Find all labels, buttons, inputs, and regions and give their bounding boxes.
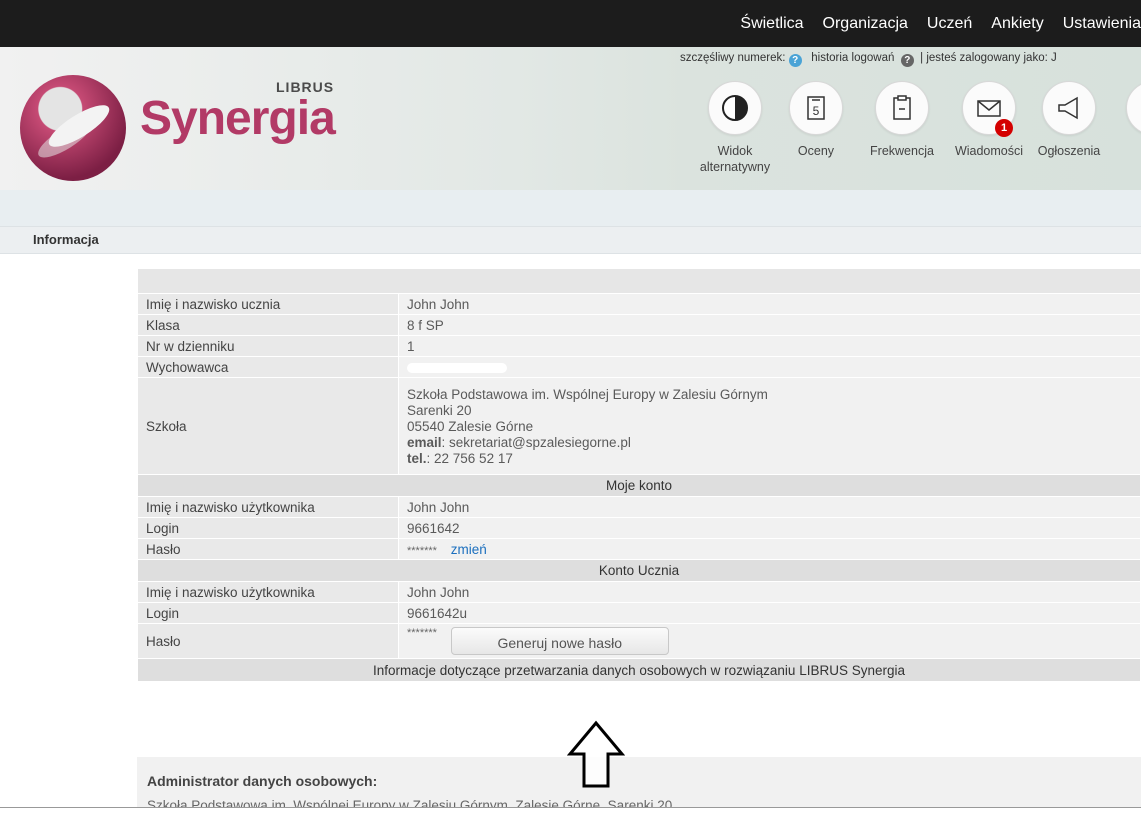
row-label: Imię i nazwisko użytkownika [137, 581, 399, 603]
quick-alternative-view[interactable]: Widok alternatywny [698, 81, 772, 175]
login-history-link[interactable]: historia logowań [811, 52, 894, 64]
row-label: Klasa [137, 314, 399, 336]
quick-label: Wiadomości [954, 144, 1024, 158]
quick-label: Widok alternatywny [699, 144, 771, 174]
my-account-password: ******* zmień [398, 538, 1141, 560]
top-navigation-bar: Świetlica Organizacja Uczeń Ankiety Usta… [0, 0, 1141, 47]
attendance-icon [875, 81, 929, 135]
table-row: Login 9661642 [137, 517, 1141, 539]
change-password-link[interactable]: zmień [451, 542, 487, 557]
table-row: Hasło ******* zmień [137, 538, 1141, 560]
row-label: Szkoła [137, 377, 399, 475]
table-row: Imię i nazwisko użytkownika John John [137, 581, 1141, 603]
lucky-number-icon[interactable]: ? [788, 54, 802, 67]
header-banner: LIBRUS Synergia szczęśliwy numerek: ? hi… [0, 47, 1141, 190]
menu-ustawienia[interactable]: Ustawienia [1063, 15, 1141, 33]
table-row: Imię i nazwisko użytkownika John John [137, 496, 1141, 518]
email-value: : sekretariat@spzalesiegorne.pl [441, 434, 631, 450]
up-arrow-icon [567, 720, 625, 788]
table-row: Szkoła Szkoła Podstawowa im. Wspólnej Eu… [137, 377, 1141, 475]
envelope-icon: 1 [962, 81, 1016, 137]
header-strip [0, 190, 1141, 226]
student-account-login: 9661642u [398, 602, 1141, 624]
grade-5-icon: 5 [789, 81, 843, 135]
row-label: Imię i nazwisko ucznia [137, 293, 399, 315]
gdpr-section: Administrator danych osobowych: Szkoła P… [137, 757, 1141, 807]
quick-attendance[interactable]: Frekwencja [865, 81, 939, 159]
section-header: Informacja [0, 226, 1141, 254]
row-label: Login [137, 517, 399, 539]
menu-organizacja[interactable]: Organizacja [823, 15, 908, 33]
admin-title: Administrator danych osobowych: [147, 773, 378, 789]
user-info-line: szczęśliwy numerek: ? historia logowań ?… [680, 52, 1057, 67]
partial-icon [1126, 81, 1141, 135]
gdpr-header: Informacje dotyczące przetwarzania danyc… [137, 658, 1141, 682]
section-title: Informacja [33, 232, 99, 247]
half-circle-icon [708, 81, 762, 135]
quick-announcements[interactable]: Ogłoszenia [1032, 81, 1106, 159]
logged-as-label: | jesteś zalogowany jako: J [920, 52, 1057, 64]
row-label: Login [137, 602, 399, 624]
main-menu: Świetlica Organizacja Uczeń Ankiety Usta… [721, 0, 1141, 47]
table-row: Wychowawca [137, 356, 1141, 378]
school-street: Sarenki 20 [407, 402, 472, 418]
table-row: Login 9661642u [137, 602, 1141, 624]
svg-text:5: 5 [813, 104, 820, 118]
teacher-value [398, 356, 1141, 378]
generate-password-button[interactable]: Generuj nowe hasło [450, 627, 669, 655]
table-row: Nr w dzienniku 1 [137, 335, 1141, 357]
school-name: Szkoła Podstawowa im. Wspólnej Europy w … [407, 386, 768, 402]
row-label: Nr w dzienniku [137, 335, 399, 357]
row-label: Wychowawca [137, 356, 399, 378]
journal-number-value: 1 [398, 335, 1141, 357]
student-account-user: John John [398, 581, 1141, 603]
row-label: Hasło [137, 623, 399, 659]
quick-label: Ogłoszenia [1037, 144, 1101, 158]
class-value: 8 f SP [398, 314, 1141, 336]
brand-synergia: Synergia [140, 92, 336, 145]
table-row: Hasło ******* Generuj nowe hasło [137, 623, 1141, 659]
quick-grades[interactable]: 5 Oceny [779, 81, 853, 159]
quick-label: Frekwencja [870, 144, 934, 158]
admin-text: Szkoła Podstawowa im. Wspólnej Europy w … [147, 798, 673, 807]
password-mask: ******* [407, 544, 437, 557]
student-account-header: Konto Ucznia [137, 559, 1141, 582]
row-label: Imię i nazwisko użytkownika [137, 496, 399, 518]
table-top-spacer [137, 268, 1141, 294]
my-account-login: 9661642 [398, 517, 1141, 539]
menu-ankiety[interactable]: Ankiety [991, 15, 1043, 33]
redacted-mask [407, 362, 507, 373]
menu-uczen[interactable]: Uczeń [927, 15, 972, 33]
table-row: Klasa 8 f SP [137, 314, 1141, 336]
quick-messages[interactable]: 1 Wiadomości [952, 81, 1026, 159]
tel-value: : 22 756 52 17 [426, 450, 513, 466]
school-email: email: sekretariat@spzalesiegorne.pl [407, 435, 1132, 451]
email-label: email [407, 434, 442, 450]
quick-label: Oceny [797, 144, 835, 158]
bottom-divider [0, 807, 1141, 808]
lucky-number-label: szczęśliwy numerek: [680, 52, 786, 64]
menu-swietlica[interactable]: Świetlica [740, 15, 803, 33]
row-label: Hasło [137, 538, 399, 560]
password-mask: ******* [407, 627, 437, 639]
student-account-password: ******* Generuj nowe hasło [398, 623, 1141, 659]
student-name-value: John John [398, 293, 1141, 315]
unread-badge: 1 [995, 119, 1013, 137]
quick-partial[interactable]: Te [1116, 81, 1141, 159]
megaphone-icon [1042, 81, 1096, 135]
my-account-user: John John [398, 496, 1141, 518]
school-value: Szkoła Podstawowa im. Wspólnej Europy w … [398, 377, 1141, 475]
my-account-header: Moje konto [137, 474, 1141, 497]
tel-label: tel. [407, 450, 427, 466]
librus-logo-icon[interactable] [20, 75, 126, 181]
info-table: Imię i nazwisko ucznia John John Klasa 8… [137, 268, 1141, 682]
quick-label: Te [1116, 143, 1141, 159]
school-city: 05540 Zalesie Górne [407, 418, 534, 434]
help-icon[interactable]: ? [900, 54, 914, 67]
school-tel: tel.: 22 756 52 17 [407, 451, 1132, 467]
table-row: Imię i nazwisko ucznia John John [137, 293, 1141, 315]
